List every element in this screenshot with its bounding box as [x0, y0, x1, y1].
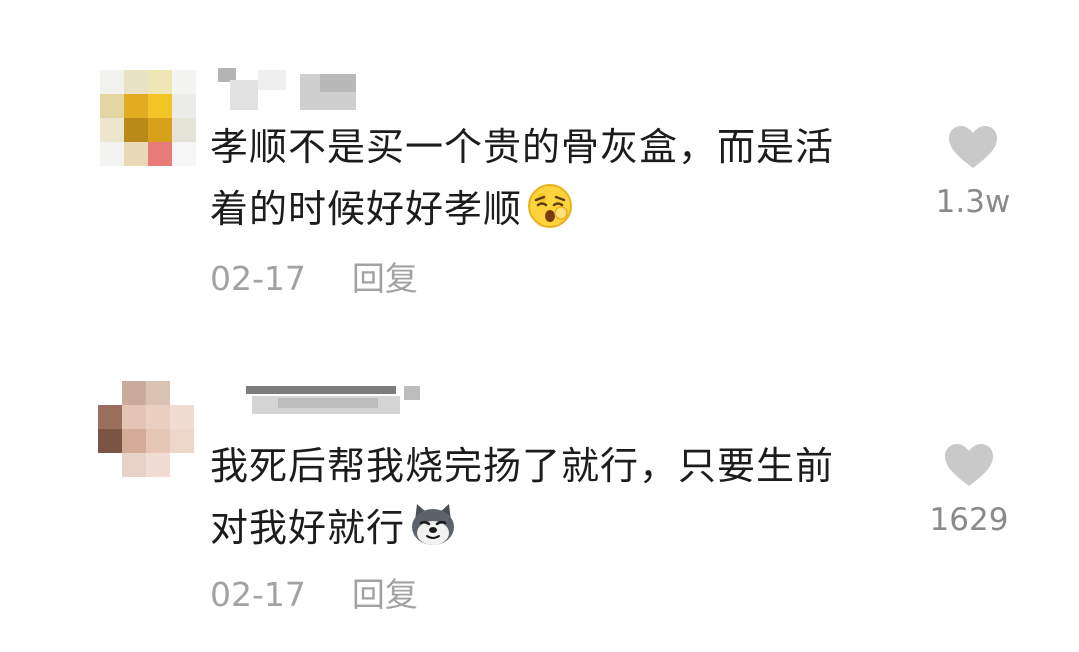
husky-dog-emoji-icon [409, 501, 457, 549]
like-count: 1629 [929, 502, 1009, 538]
comment-item: 我死后帮我烧完扬了就行，只要生前 对我好就行 02-17 回复 1629 [0, 0, 1079, 652]
avatar[interactable] [98, 381, 194, 477]
comment-text-line: 我死后帮我烧完扬了就行，只要生前 [210, 444, 835, 488]
like-button[interactable]: 1629 [909, 442, 1029, 538]
comment-text: 我死后帮我烧完扬了就行，只要生前 对我好就行 [210, 435, 910, 559]
comment-text-line: 对我好就行 [210, 497, 910, 559]
username-blurred[interactable] [238, 382, 420, 422]
reply-button[interactable]: 回复 [352, 575, 418, 614]
comment-meta: 02-17 回复 [210, 568, 418, 616]
comment-date: 02-17 [210, 575, 306, 614]
heart-icon[interactable] [909, 442, 1029, 488]
